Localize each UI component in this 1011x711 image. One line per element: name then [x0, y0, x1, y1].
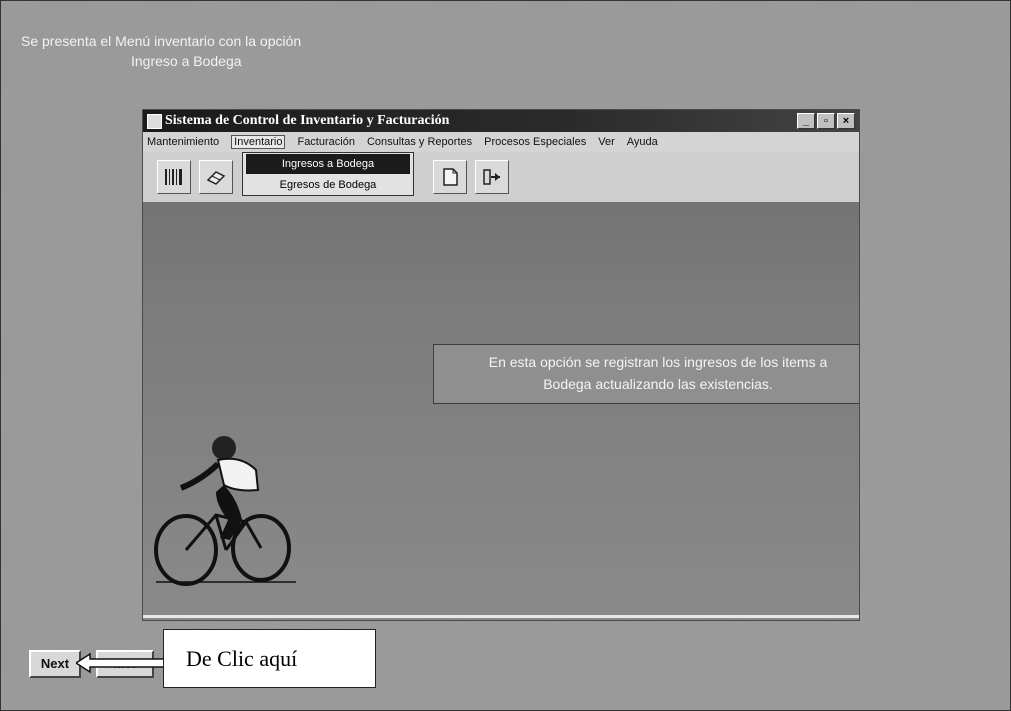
- tutorial-slide: Se presenta el Menú inventario con la op…: [0, 0, 1011, 711]
- pointer-arrow-icon: [76, 652, 171, 674]
- intro-line-1: Se presenta el Menú inventario con la op…: [21, 33, 302, 49]
- window-controls: _ ▫ ×: [797, 113, 855, 129]
- divider: [143, 615, 859, 618]
- eraser-icon: [200, 161, 232, 193]
- menu-bar: Mantenimiento Inventario Facturación Con…: [143, 132, 859, 152]
- info-line-1: En esta opción se registran los ingresos…: [488, 354, 828, 370]
- close-button[interactable]: ×: [837, 113, 855, 129]
- menu-consultas-reportes[interactable]: Consultas y Reportes: [367, 136, 472, 148]
- next-button[interactable]: Next: [29, 650, 81, 678]
- app-window: Sistema de Control de Inventario y Factu…: [143, 110, 859, 620]
- title-bar: Sistema de Control de Inventario y Factu…: [143, 110, 859, 132]
- maximize-button[interactable]: ▫: [817, 113, 835, 129]
- info-box: En esta opción se registran los ingresos…: [433, 344, 859, 404]
- callout-box: De Clic aquí: [163, 629, 376, 688]
- window-title: Sistema de Control de Inventario y Factu…: [165, 113, 450, 128]
- menu-facturacion[interactable]: Facturación: [297, 136, 354, 148]
- cyclist-illustration: [154, 436, 296, 586]
- exit-icon: [476, 161, 508, 193]
- menu-ver[interactable]: Ver: [598, 136, 615, 148]
- toolbar-button-document[interactable]: [433, 160, 467, 194]
- document-icon: [434, 161, 466, 193]
- inventario-dropdown: Ingresos a Bodega Egresos de Bodega: [242, 152, 414, 196]
- menu-inventario[interactable]: Inventario: [231, 135, 286, 149]
- info-line-2: Bodega actualizando las existencias.: [543, 376, 773, 392]
- minimize-button[interactable]: _: [797, 113, 815, 129]
- toolbar-button-barcode[interactable]: [157, 160, 191, 194]
- intro-line-2: Ingreso a Bodega: [131, 53, 242, 69]
- menu-ayuda[interactable]: Ayuda: [627, 136, 658, 148]
- dropdown-item-ingresos[interactable]: Ingresos a Bodega: [246, 154, 410, 174]
- menu-procesos-especiales[interactable]: Procesos Especiales: [484, 136, 586, 148]
- barcode-icon: [158, 161, 190, 193]
- intro-text: Se presenta el Menú inventario con la op…: [21, 31, 301, 71]
- app-icon: [147, 114, 162, 129]
- dropdown-item-egresos[interactable]: Egresos de Bodega: [246, 175, 410, 195]
- toolbar-button-eraser[interactable]: [199, 160, 233, 194]
- menu-mantenimiento[interactable]: Mantenimiento: [147, 136, 219, 148]
- toolbar-button-exit[interactable]: [475, 160, 509, 194]
